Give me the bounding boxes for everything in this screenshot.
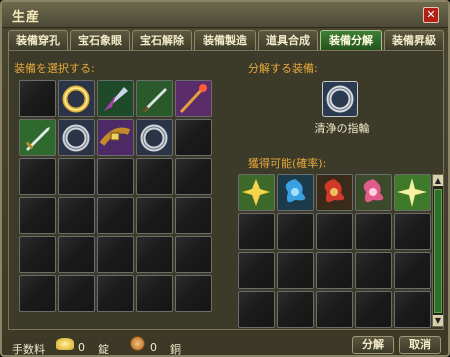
result-slot[interactable] — [238, 213, 275, 250]
ring-silver-icon — [59, 120, 94, 155]
decompose-button[interactable]: 分解 — [352, 336, 394, 354]
equipment-slot[interactable] — [97, 236, 134, 273]
gold-unit: 錠 — [98, 343, 109, 356]
scroll-down-icon[interactable]: ▼ — [433, 315, 443, 326]
tab-equipment-drill[interactable]: 装備穿孔 — [8, 30, 68, 50]
gold-ingot-icon — [56, 338, 74, 350]
equipment-slot[interactable] — [175, 236, 212, 273]
ring-silver-icon — [137, 120, 172, 155]
tab-gem-remove[interactable]: 宝石解除 — [132, 30, 192, 50]
equipment-slot[interactable] — [19, 275, 56, 312]
window-title: 生産 — [12, 10, 41, 25]
result-slot[interactable] — [277, 174, 314, 211]
equipment-slot[interactable] — [97, 80, 134, 117]
target-label: 分解する装備: — [248, 62, 318, 75]
equipment-slot[interactable] — [136, 275, 173, 312]
equipment-slot[interactable] — [136, 119, 173, 156]
fee-label: 手数料 — [12, 343, 45, 356]
select-equipment-label: 装備を選択する: — [14, 62, 95, 75]
scroll-thumb[interactable] — [434, 189, 442, 313]
result-slot[interactable] — [355, 291, 392, 328]
equipment-slot[interactable] — [175, 197, 212, 234]
equipment-slot[interactable] — [58, 236, 95, 273]
result-slot[interactable] — [238, 291, 275, 328]
equipment-slot[interactable] — [97, 158, 134, 195]
copper-coin-icon — [130, 336, 145, 351]
equipment-slot[interactable] — [97, 119, 134, 156]
result-slot[interactable] — [277, 213, 314, 250]
equipment-slot[interactable] — [136, 197, 173, 234]
equipment-slot[interactable] — [58, 80, 95, 117]
ring-silver-icon — [326, 85, 354, 113]
copper-value: 0 — [150, 341, 157, 354]
shuriken-red-icon — [317, 175, 352, 210]
result-slot[interactable] — [394, 174, 431, 211]
equipment-slot[interactable] — [175, 158, 212, 195]
feather-wing-icon — [98, 81, 133, 116]
belt-icon — [98, 120, 133, 155]
star-green-icon — [395, 175, 430, 210]
result-slot[interactable] — [355, 174, 392, 211]
result-slot[interactable] — [238, 252, 275, 289]
result-slot[interactable] — [238, 174, 275, 211]
result-slot[interactable] — [355, 213, 392, 250]
result-slot[interactable] — [316, 291, 353, 328]
result-slot[interactable] — [316, 174, 353, 211]
equipment-slot[interactable] — [136, 158, 173, 195]
tab-gem-inlay[interactable]: 宝石象眼 — [70, 30, 130, 50]
result-slot[interactable] — [316, 213, 353, 250]
tab-item-synthesis[interactable]: 道具合成 — [258, 30, 318, 50]
equipment-slot[interactable] — [175, 275, 212, 312]
tab-equipment-craft[interactable]: 装備製造 — [194, 30, 256, 50]
scroll-up-icon[interactable]: ▲ — [433, 175, 443, 186]
result-label: 獲得可能(確率): — [248, 157, 327, 170]
result-slot[interactable] — [394, 213, 431, 250]
result-scrollbar[interactable]: ▲ ▼ — [432, 174, 444, 327]
copper-unit: 銅 — [170, 343, 181, 356]
shuriken-pink-icon — [356, 175, 391, 210]
equipment-slot[interactable] — [19, 197, 56, 234]
tab-equipment-decompose[interactable]: 装備分解 — [320, 30, 382, 50]
cancel-button[interactable]: 取消 — [399, 336, 441, 354]
target-equipment-name: 清浄の指輪 — [314, 122, 370, 135]
dagger-green-icon — [137, 81, 172, 116]
production-window: 生産 ✕ 装備穿孔 宝石象眼 宝石解除 装備製造 道具合成 装備分解 装備昇級 … — [0, 0, 450, 357]
tab-equipment-upgrade[interactable]: 装備昇級 — [384, 30, 444, 50]
result-slot[interactable] — [355, 252, 392, 289]
result-slot[interactable] — [316, 252, 353, 289]
equipment-slot[interactable] — [58, 275, 95, 312]
gold-value: 0 — [78, 341, 85, 354]
shuriken-blue-icon — [278, 175, 313, 210]
result-slot[interactable] — [277, 252, 314, 289]
equipment-slot[interactable] — [175, 80, 212, 117]
equipment-slot[interactable] — [97, 197, 134, 234]
equipment-slot[interactable] — [19, 158, 56, 195]
target-equipment-slot[interactable] — [322, 81, 358, 117]
staff-icon — [176, 81, 211, 116]
ring-gold-icon — [59, 81, 94, 116]
equipment-slot[interactable] — [175, 119, 212, 156]
equipment-slot[interactable] — [19, 119, 56, 156]
close-icon[interactable]: ✕ — [423, 7, 439, 23]
result-slot[interactable] — [394, 291, 431, 328]
equipment-slot[interactable] — [19, 236, 56, 273]
equipment-slot[interactable] — [58, 158, 95, 195]
sword-icon — [20, 120, 55, 155]
star-yellow-icon — [239, 175, 274, 210]
equipment-slot[interactable] — [136, 80, 173, 117]
result-slot[interactable] — [277, 291, 314, 328]
equipment-slot[interactable] — [58, 119, 95, 156]
equipment-slot[interactable] — [58, 197, 95, 234]
result-slot[interactable] — [394, 252, 431, 289]
title-bar[interactable]: 生産 ✕ — [2, 2, 448, 28]
footer-bar: 手数料 0 錠 0 銅 分解 取消 — [2, 332, 448, 356]
equipment-slot[interactable] — [136, 236, 173, 273]
equipment-slot[interactable] — [19, 80, 56, 117]
equipment-slot[interactable] — [97, 275, 134, 312]
